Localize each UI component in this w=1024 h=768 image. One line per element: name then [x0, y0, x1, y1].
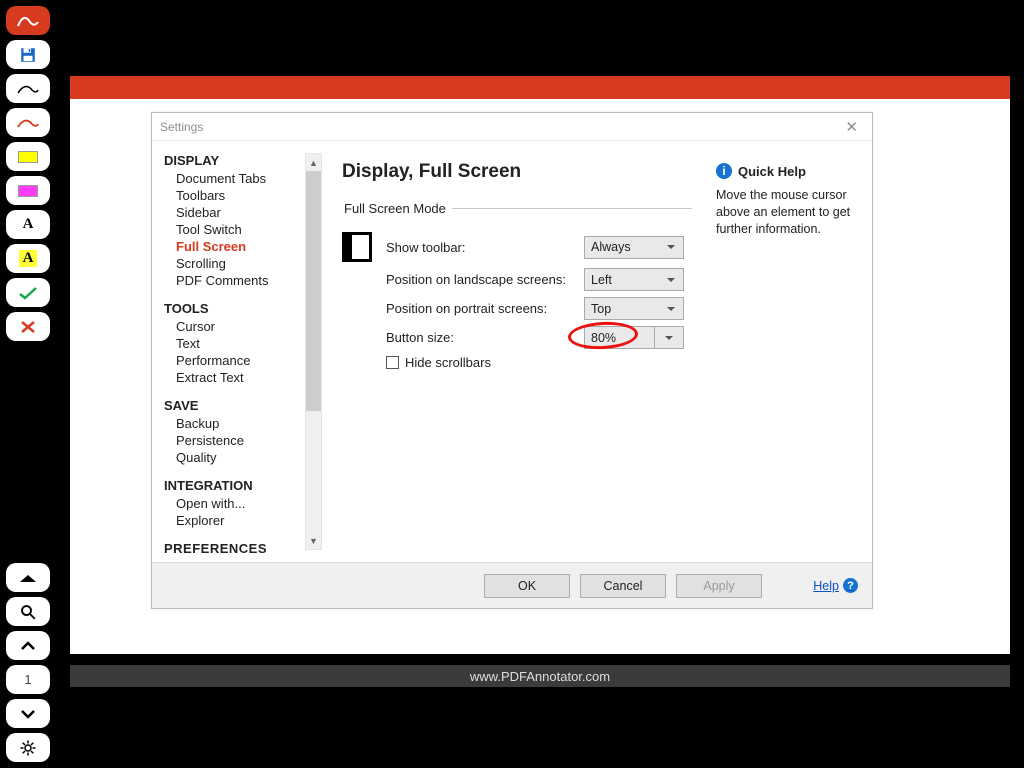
status-url: www.PDFAnnotator.com [470, 669, 610, 684]
cancel-button[interactable]: Cancel [580, 574, 666, 598]
vertical-toolbar-bottom: 1 [6, 563, 56, 762]
page-prev-icon[interactable] [6, 631, 50, 660]
checkmark-icon[interactable] [6, 278, 50, 307]
pen-black-icon[interactable] [6, 74, 50, 103]
settings-panel: Display, Full Screen Full Screen Mode Sh… [322, 141, 712, 562]
info-icon: i [716, 163, 732, 179]
fieldset-legend: Full Screen Mode [342, 201, 452, 216]
label-show-toolbar: Show toolbar: [386, 240, 584, 255]
nav-head-tools: TOOLS [164, 301, 320, 316]
nav-head-preferences: PREFERENCES [164, 541, 320, 556]
label-pos-landscape: Position on landscape screens: [386, 272, 584, 287]
nav-text[interactable]: Text [164, 335, 320, 352]
nav-scrolling[interactable]: Scrolling [164, 255, 320, 272]
checkbox-hide-scrollbars[interactable]: Hide scrollbars [386, 355, 692, 370]
status-bar: www.PDFAnnotator.com [70, 665, 1010, 687]
ok-button[interactable]: OK [484, 574, 570, 598]
select-pos-landscape[interactable]: Left [584, 268, 684, 291]
settings-dialog: Settings ✕ DISPLAY Document Tabs Toolbar… [151, 112, 873, 609]
settings-nav: DISPLAY Document Tabs Toolbars Sidebar T… [152, 141, 322, 562]
nav-head-save: SAVE [164, 398, 320, 413]
cross-icon[interactable] [6, 312, 50, 341]
nav-head-display: DISPLAY [164, 153, 320, 168]
nav-full-screen[interactable]: Full Screen [164, 238, 320, 255]
app-icon[interactable] [6, 6, 50, 35]
zoom-icon[interactable] [6, 597, 50, 626]
dialog-titlebar: Settings ✕ [152, 113, 872, 141]
help-link[interactable]: Help ? [813, 578, 858, 593]
nav-open-with[interactable]: Open with... [164, 495, 320, 512]
quick-help-heading: Quick Help [738, 164, 806, 179]
dialog-footer: OK Cancel Apply Help ? [152, 562, 872, 608]
nav-head-integration: INTEGRATION [164, 478, 320, 493]
text-tool-icon[interactable]: A [6, 210, 50, 239]
nav-scrollbar[interactable]: ▲ ▼ [305, 153, 322, 550]
pen-red-icon[interactable] [6, 108, 50, 137]
nav-explorer[interactable]: Explorer [164, 512, 320, 529]
swatch-pink-icon[interactable] [6, 176, 50, 205]
page-number[interactable]: 1 [6, 665, 50, 694]
dialog-title: Settings [160, 120, 203, 134]
nav-cursor[interactable]: Cursor [164, 318, 320, 335]
ribbon-bar [70, 76, 1010, 99]
chevron-down-icon[interactable] [655, 327, 683, 348]
page-next-icon[interactable] [6, 699, 50, 728]
scroll-down-icon[interactable]: ▼ [306, 532, 321, 549]
nav-pdf-comments[interactable]: PDF Comments [164, 272, 320, 289]
label-button-size: Button size: [386, 330, 584, 345]
swatch-yellow-icon[interactable] [6, 142, 50, 171]
select-button-size[interactable]: 80% [584, 326, 684, 349]
fullscreen-icon [342, 232, 372, 262]
scroll-up-icon[interactable]: ▲ [306, 154, 321, 171]
nav-toolbars[interactable]: Toolbars [164, 187, 320, 204]
nav-sidebar[interactable]: Sidebar [164, 204, 320, 221]
scroll-thumb[interactable] [306, 171, 321, 411]
fieldset-full-screen-mode: Full Screen Mode Show toolbar: Always Po… [342, 201, 692, 370]
settings-gear-icon[interactable] [6, 733, 50, 762]
highlight-tool-icon[interactable]: A [6, 244, 50, 273]
nav-quality[interactable]: Quality [164, 449, 320, 466]
help-icon: ? [843, 578, 858, 593]
nav-extract-text[interactable]: Extract Text [164, 369, 320, 386]
select-show-toolbar[interactable]: Always [584, 236, 684, 259]
nav-backup[interactable]: Backup [164, 415, 320, 432]
quick-help-panel: i Quick Help Move the mouse cursor above… [712, 141, 872, 562]
save-icon[interactable] [6, 40, 50, 69]
panel-heading: Display, Full Screen [342, 161, 692, 183]
nav-tool-switch[interactable]: Tool Switch [164, 221, 320, 238]
label-pos-portrait: Position on portrait screens: [386, 301, 584, 316]
close-icon[interactable]: ✕ [839, 118, 864, 136]
nav-persistence[interactable]: Persistence [164, 432, 320, 449]
checkbox-label: Hide scrollbars [405, 355, 491, 370]
collapse-up-icon[interactable] [6, 563, 50, 592]
checkbox-box[interactable] [386, 356, 399, 369]
select-pos-portrait[interactable]: Top [584, 297, 684, 320]
quick-help-text: Move the mouse cursor above an element t… [716, 187, 858, 238]
apply-button[interactable]: Apply [676, 574, 762, 598]
vertical-toolbar-top: A A [6, 6, 56, 341]
nav-performance[interactable]: Performance [164, 352, 320, 369]
nav-document-tabs[interactable]: Document Tabs [164, 170, 320, 187]
